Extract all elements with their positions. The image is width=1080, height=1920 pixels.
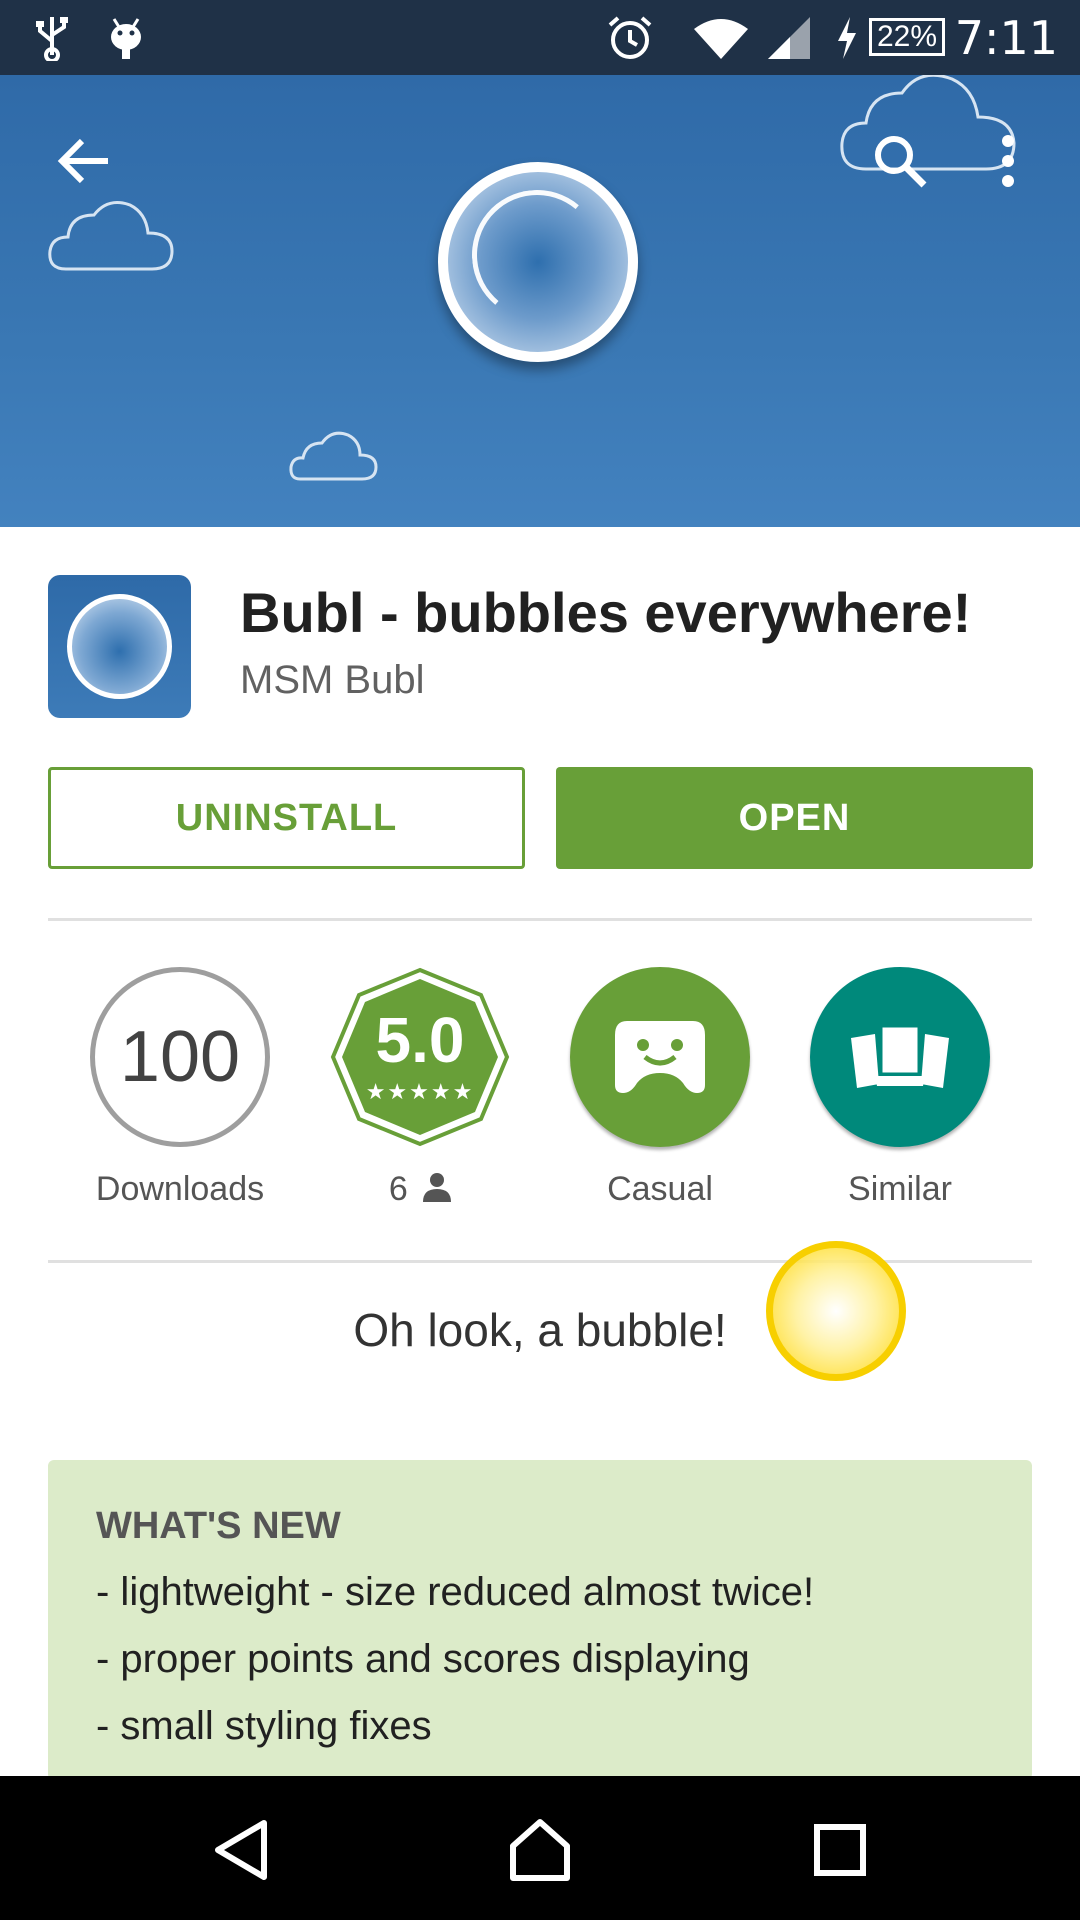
battery-level: 22%	[876, 20, 938, 53]
downloads-badge: 100	[90, 967, 270, 1147]
category-label: Casual	[607, 1170, 713, 1208]
app-feature-bubble	[438, 162, 638, 362]
downloads-label: Downloads	[95, 1170, 265, 1208]
rating-badge[interactable]: 5.0 ★★★★★	[330, 967, 510, 1147]
cloud-decoration	[289, 431, 378, 481]
rating-stars-icon: ★★★★★	[365, 1079, 475, 1104]
wifi-icon	[692, 0, 750, 75]
android-debug-icon	[106, 0, 146, 75]
alarm-icon	[606, 0, 654, 75]
usb-icon	[34, 0, 70, 75]
signal-icon	[766, 0, 812, 75]
bubble-shine	[466, 184, 608, 326]
downloads-value: 100	[119, 1017, 241, 1097]
more-options-button[interactable]	[980, 125, 1036, 197]
app-tagline[interactable]: Oh look, a bubble!	[0, 1303, 1080, 1357]
back-button[interactable]	[48, 125, 120, 197]
search-button[interactable]	[864, 125, 936, 197]
nav-home-button[interactable]	[500, 1812, 580, 1888]
more-vert-icon	[1002, 135, 1014, 187]
search-icon	[875, 136, 927, 188]
person-icon	[423, 1173, 452, 1202]
whats-new-card[interactable]: WHAT'S NEW - lightweight - size reduced …	[48, 1460, 1032, 1780]
battery-icon: 22%	[869, 18, 945, 56]
similar-label: Similar	[848, 1170, 952, 1208]
nav-back-button[interactable]	[200, 1812, 280, 1888]
whats-new-item: - lightweight - size reduced almost twic…	[96, 1570, 815, 1614]
navigation-bar	[0, 1776, 1080, 1920]
app-banner	[0, 75, 1080, 527]
whats-new-item: - proper points and scores displaying	[96, 1637, 750, 1681]
app-title: Bubl - bubbles everywhere!	[240, 581, 972, 644]
similar-apps-icon	[851, 1024, 949, 1088]
uninstall-button[interactable]: UNINSTALL	[48, 767, 525, 869]
category-badge[interactable]	[570, 967, 750, 1147]
nav-recents-icon	[814, 1824, 866, 1876]
charging-icon	[834, 0, 860, 75]
developer-name[interactable]: MSM Bubl	[240, 658, 425, 703]
open-button[interactable]: OPEN	[556, 767, 1033, 869]
similar-badge[interactable]	[810, 967, 990, 1147]
cloud-decoration	[48, 201, 174, 271]
touch-indicator	[766, 1241, 906, 1381]
rating-value: 5.0	[375, 1004, 465, 1076]
gamepad-icon	[615, 1021, 705, 1093]
app-icon	[48, 575, 191, 718]
divider	[48, 918, 1032, 921]
whats-new-title: WHAT'S NEW	[96, 1505, 341, 1547]
status-bar: 22% 7:11	[0, 0, 1080, 75]
rating-count: 6	[300, 1170, 540, 1209]
bubble-icon	[67, 594, 172, 699]
nav-home-icon	[510, 1819, 570, 1881]
nav-recents-button[interactable]	[800, 1812, 880, 1888]
clock: 7:11	[954, 10, 1058, 65]
whats-new-item: - small styling fixes	[96, 1704, 432, 1748]
rating-count-value: 6	[388, 1170, 408, 1208]
nav-back-icon	[215, 1820, 267, 1880]
back-arrow-icon	[57, 138, 108, 184]
